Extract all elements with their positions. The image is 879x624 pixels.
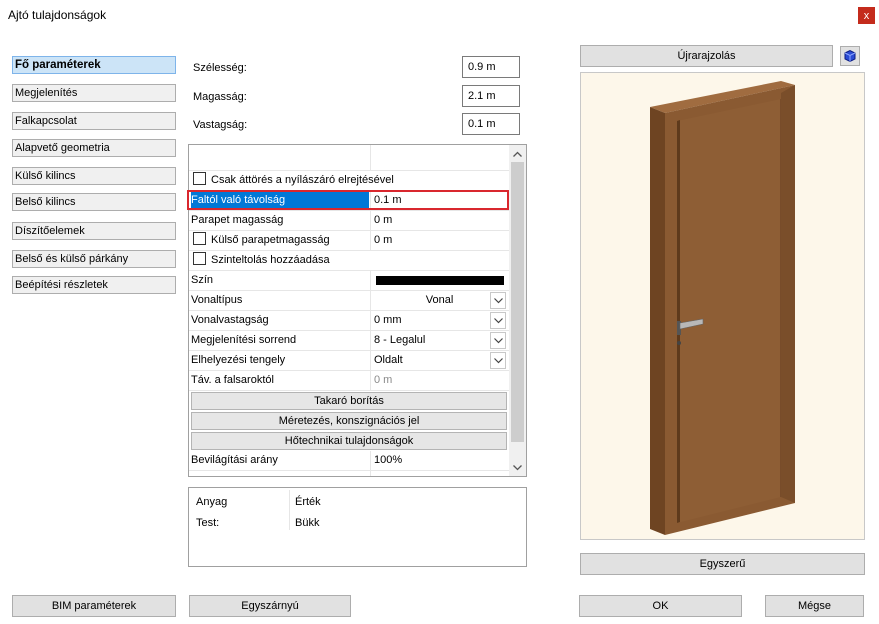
width-label: Szélesség: (193, 62, 247, 74)
placement-axis-label: Elhelyezési tengely (191, 354, 286, 366)
color-label: Szín (191, 274, 214, 286)
grid-row-placement-axis[interactable]: Elhelyezési tengely Oldalt (189, 351, 509, 371)
ext-parapet-label: Külső parapetmagasság (211, 234, 330, 246)
scroll-down-icon[interactable] (509, 459, 526, 476)
window-title: Ajtó tulajdonságok (8, 8, 107, 22)
grid-row-jamb-distance: Táv. a falsaroktól 0 m (189, 371, 509, 391)
close-icon: x (863, 9, 870, 22)
grid-row-wall-distance[interactable]: Faltól való távolság 0.1 m (189, 191, 509, 211)
color-swatch (376, 276, 504, 285)
redraw-button[interactable]: Újrarajzolás (580, 45, 833, 67)
grid-row-color[interactable]: Szín (189, 271, 509, 291)
scroll-up-icon[interactable] (509, 145, 526, 162)
grid-row-ext-parapet[interactable]: Külső parapetmagasság 0 m (189, 231, 509, 251)
nav-item-outer-handle[interactable]: Külső kilincs (12, 167, 176, 185)
only-opening-label: Csak áttörés a nyílászáró elrejtésével (211, 174, 394, 186)
nav-item-decorations[interactable]: Díszítőelemek (12, 222, 176, 240)
draw-order-value: 8 - Legalul (374, 334, 426, 346)
line-width-select[interactable]: 0 mm (370, 311, 508, 330)
property-grid: Csak áttörés a nyílászáró elrejtésével F… (188, 144, 527, 477)
materials-header-name: Anyag (196, 496, 228, 508)
parapet-height-label: Parapet magasság (191, 214, 284, 226)
parapet-height-value[interactable]: 0 m (370, 211, 508, 230)
nav-item-installation-details[interactable]: Beépítési részletek (12, 276, 176, 294)
ok-button[interactable]: OK (579, 595, 742, 617)
cover-section-button[interactable]: Takaró borítás (191, 392, 507, 410)
wall-distance-input[interactable]: 0.1 m (370, 191, 508, 210)
jamb-distance-value: 0 m (370, 371, 508, 390)
leveling-label: Szinteltolás hozzáadása (211, 254, 330, 266)
line-type-value: Vonal (425, 294, 454, 306)
nav-item-main-params[interactable]: Fő paraméterek (12, 56, 176, 74)
only-opening-checkbox[interactable] (193, 172, 206, 185)
door-preview[interactable] (580, 72, 865, 540)
view-cube-button[interactable] (840, 46, 860, 66)
grid-empty-row (189, 145, 509, 171)
nav-item-appearance[interactable]: Megjelenítés (12, 84, 176, 102)
nav-item-inner-handle[interactable]: Belső kilincs (12, 193, 176, 211)
light-ratio-value[interactable]: 100% (370, 451, 508, 470)
grid-row-only-opening[interactable]: Csak áttörés a nyílászáró elrejtésével (189, 171, 509, 191)
thickness-field[interactable]: 0.1 m (462, 113, 520, 135)
dimensioning-section-button[interactable]: Méretezés, konszignációs jel (191, 412, 507, 430)
draw-order-label: Megjelenítési sorrend (191, 334, 297, 346)
materials-table: Anyag Érték Test: Bükk (188, 487, 527, 567)
grid-row-draw-order[interactable]: Megjelenítési sorrend 8 - Legalul (189, 331, 509, 351)
nav-item-wall-connection[interactable]: Falkapcsolat (12, 112, 176, 130)
single-leaf-button[interactable]: Egyszárnyú (189, 595, 351, 617)
cube-icon (844, 49, 856, 63)
materials-column-divider (289, 490, 290, 530)
grid-row-parapet-height[interactable]: Parapet magasság 0 m (189, 211, 509, 231)
leveling-checkbox[interactable] (193, 252, 206, 265)
grid-scrollbar[interactable] (509, 145, 526, 476)
simple-button[interactable]: Egyszerű (580, 553, 865, 575)
bim-parameters-button[interactable]: BIM paraméterek (12, 595, 176, 617)
height-label: Magasság: (193, 91, 247, 103)
chevron-down-icon[interactable] (490, 292, 506, 309)
door-3d-model (650, 81, 795, 535)
materials-header-value: Érték (295, 496, 321, 508)
chevron-down-icon[interactable] (490, 312, 506, 329)
grid-row-leveling[interactable]: Szinteltolás hozzáadása (189, 251, 509, 271)
line-width-label: Vonalvastagság (191, 314, 269, 326)
nav-item-basic-geometry[interactable]: Alapvető geometria (12, 139, 176, 157)
line-type-select[interactable]: Vonal (370, 291, 508, 310)
grid-row-light-ratio[interactable]: Bevilágítási arány 100% (189, 451, 509, 471)
scroll-thumb[interactable] (511, 162, 524, 442)
chevron-down-icon[interactable] (490, 332, 506, 349)
ext-parapet-value[interactable]: 0 m (370, 231, 508, 250)
draw-order-select[interactable]: 8 - Legalul (370, 331, 508, 350)
thickness-label: Vastagság: (193, 119, 248, 131)
color-picker[interactable] (370, 271, 508, 290)
grid-row-partial (189, 471, 509, 476)
width-field[interactable]: 0.9 m (462, 56, 520, 78)
nav-item-sills[interactable]: Belső és külső párkány (12, 250, 176, 268)
jamb-distance-label: Táv. a falsaroktól (191, 374, 274, 386)
thermal-section-button[interactable]: Hőtechnikai tulajdonságok (191, 432, 507, 450)
cancel-button[interactable]: Mégse (765, 595, 864, 617)
placement-axis-value: Oldalt (374, 354, 403, 366)
grid-row-line-width[interactable]: Vonalvastagság 0 mm (189, 311, 509, 331)
ext-parapet-checkbox[interactable] (193, 232, 206, 245)
material-row-name: Test: (196, 517, 220, 529)
line-width-value: 0 mm (374, 314, 402, 326)
line-type-label: Vonaltípus (191, 294, 243, 306)
grid-row-line-type[interactable]: Vonaltípus Vonal (189, 291, 509, 311)
close-button[interactable]: x (858, 7, 875, 24)
placement-axis-select[interactable]: Oldalt (370, 351, 508, 370)
chevron-down-icon[interactable] (490, 352, 506, 369)
light-ratio-label: Bevilágítási arány (191, 454, 278, 466)
wall-distance-label: Faltól való távolság (191, 191, 369, 210)
height-field[interactable]: 2.1 m (462, 85, 520, 107)
material-row-value[interactable]: Bükk (295, 517, 319, 529)
